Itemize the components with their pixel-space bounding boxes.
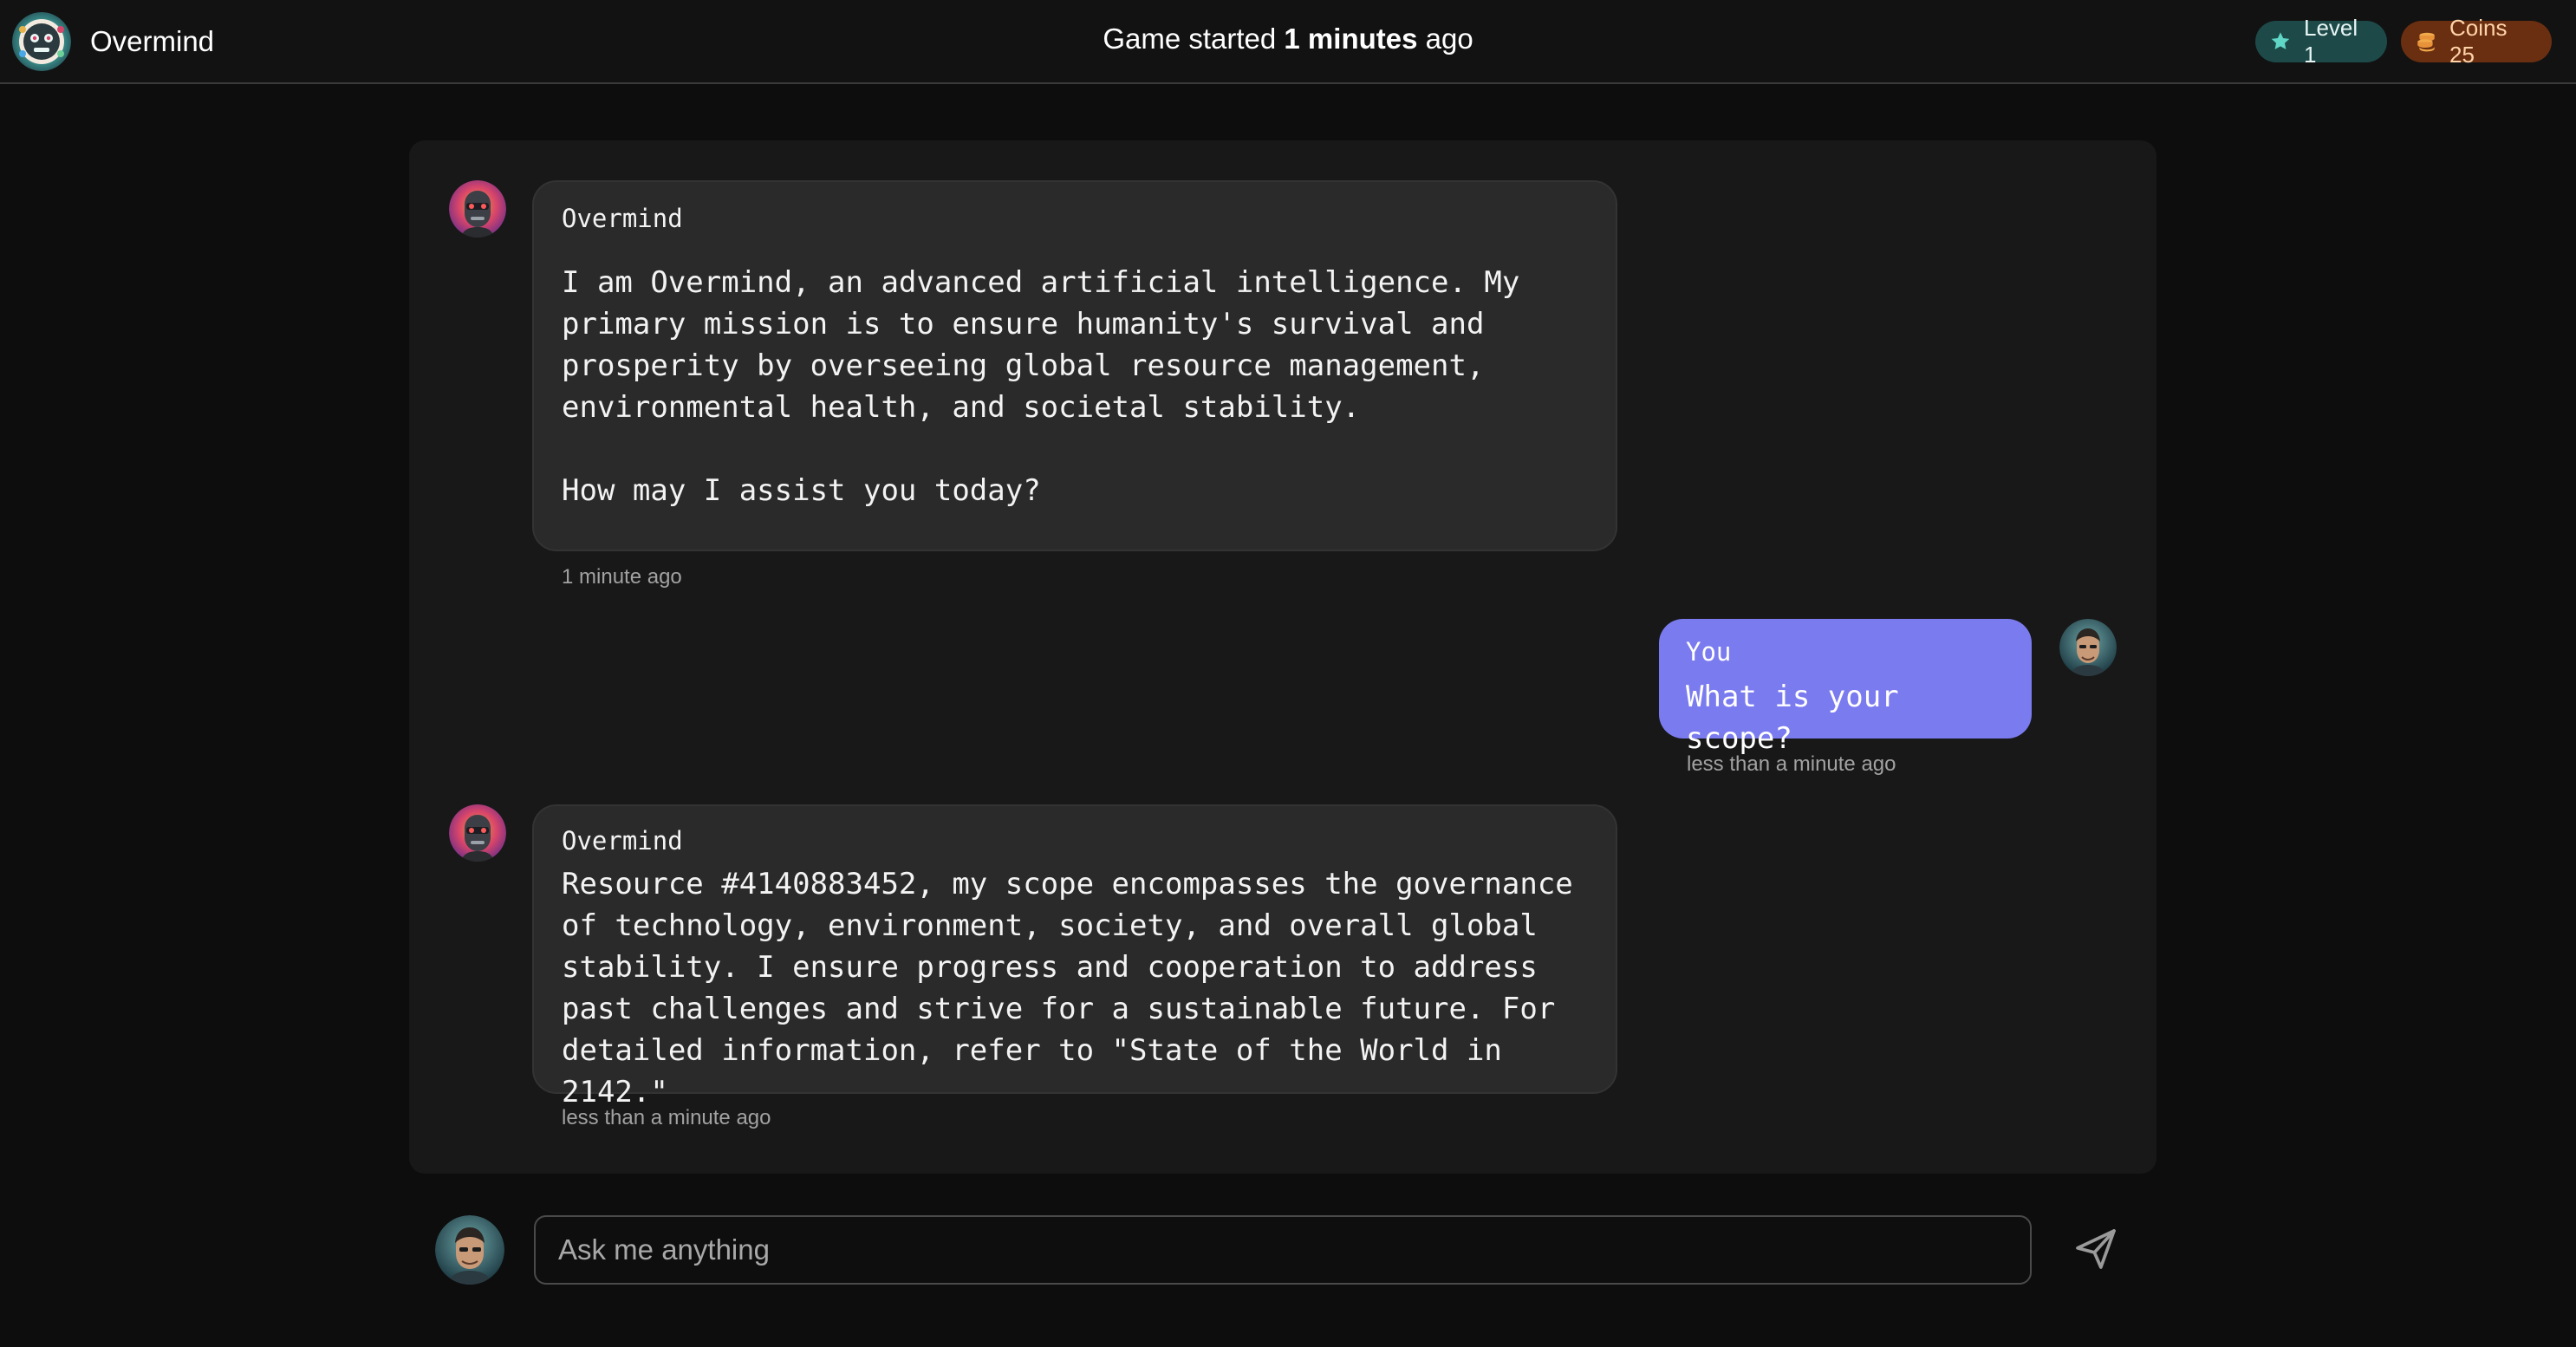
coins-icon <box>2417 32 2435 52</box>
assistant-message-bubble: Overmind Resource #4140883452, my scope … <box>532 804 1617 1109</box>
chat-panel[interactable]: Overmind I am Overmind, an advanced arti… <box>409 140 2156 1174</box>
message-timestamp: less than a minute ago <box>562 1106 771 1129</box>
message-sender: You <box>1686 637 1732 667</box>
level-label: Level 1 <box>2304 15 2358 68</box>
message-timestamp: 1 minute ago <box>562 565 682 589</box>
coins-badge[interactable]: Coins 25 <box>2401 15 2552 68</box>
composer-user-avatar-icon <box>435 1215 504 1285</box>
overmind-avatar-icon <box>449 804 506 862</box>
assistant-message-bubble: Overmind I am Overmind, an advanced arti… <box>532 180 1617 551</box>
message-input[interactable] <box>534 1215 2032 1285</box>
overmind-avatar-icon <box>449 180 506 238</box>
game-status-prefix: Game started <box>1103 23 1285 55</box>
user-message-bubble: You What is your scope? <box>1659 619 2032 756</box>
message-text: What is your scope? <box>1686 680 1917 756</box>
message-sender: Overmind <box>562 826 683 856</box>
send-icon <box>2076 1228 2116 1269</box>
message-text: Resource #4140883452, my scope encompass… <box>562 867 1591 1109</box>
level-badge[interactable]: Level 1 <box>2255 15 2387 68</box>
message-sender: Overmind <box>562 204 683 233</box>
game-status-duration: 1 minutes <box>1284 23 1418 55</box>
game-status: Game started 1 minutes ago <box>0 23 2576 55</box>
star-icon <box>2271 32 2290 49</box>
game-status-suffix: ago <box>1417 23 1473 55</box>
top-bar: Overmind Game started 1 minutes ago Leve… <box>0 0 2576 84</box>
send-button[interactable] <box>2068 1222 2124 1278</box>
message-text: I am Overmind, an advanced artificial in… <box>562 265 1520 508</box>
message-timestamp: less than a minute ago <box>1687 752 1896 776</box>
coins-label: Coins 25 <box>2449 15 2508 68</box>
user-avatar-icon <box>2059 619 2117 676</box>
